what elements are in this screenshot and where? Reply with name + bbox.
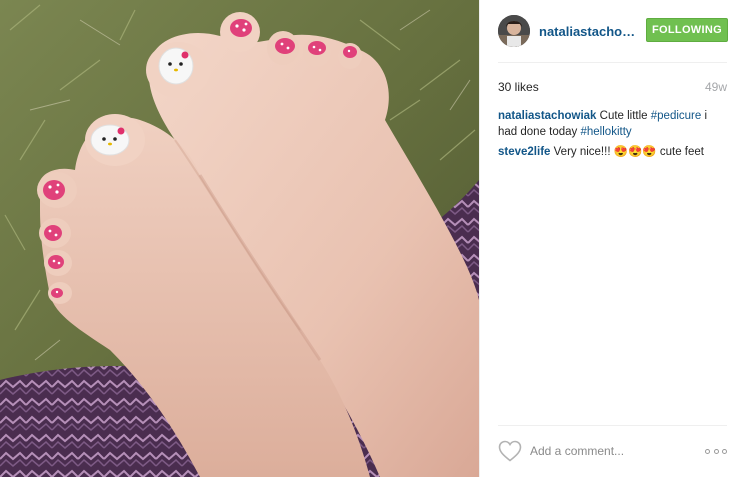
- post-age[interactable]: 49w: [705, 80, 727, 94]
- comment-bar: [498, 436, 727, 466]
- dot-icon: [713, 448, 719, 454]
- profile-picture: [498, 15, 530, 47]
- header-divider: [498, 62, 727, 63]
- avatar[interactable]: [498, 15, 530, 47]
- post-author-username[interactable]: nataliastachowi...: [539, 24, 639, 39]
- dot-icon: [722, 448, 727, 454]
- heart-outline-icon[interactable]: [498, 440, 522, 462]
- hashtag-link[interactable]: #pedicure: [651, 110, 702, 122]
- dot-icon: [705, 448, 710, 454]
- comment-text: Cute little: [596, 110, 651, 122]
- comments-list: nataliastachowiak Cute little #pedicure …: [498, 108, 727, 164]
- list-item-comment: steve2life Very nice!!! 😍😍😍 cute feet: [498, 144, 727, 160]
- comment-username[interactable]: steve2life: [498, 146, 550, 158]
- hashtag-link[interactable]: #hellokitty: [581, 126, 632, 138]
- comment-username[interactable]: nataliastachowiak: [498, 110, 596, 122]
- post-meta: 30 likes 49w: [498, 78, 727, 96]
- instagram-post: nataliastachowi... FOLLOWING 30 likes 49…: [0, 0, 740, 477]
- post-side-panel: nataliastachowi... FOLLOWING 30 likes 49…: [479, 0, 740, 477]
- post-header: nataliastachowi... FOLLOWING: [480, 0, 740, 62]
- following-button[interactable]: FOLLOWING: [646, 18, 728, 42]
- feet-pedicure-image: [0, 0, 479, 477]
- likes-count[interactable]: 30 likes: [498, 80, 539, 94]
- caption-comment: nataliastachowiak Cute little #pedicure …: [498, 108, 727, 140]
- add-comment-input[interactable]: [530, 441, 705, 461]
- more-options-icon[interactable]: [705, 441, 727, 461]
- post-photo[interactable]: [0, 0, 479, 477]
- footer-divider: [498, 425, 727, 426]
- comment-text: Very nice!!! 😍😍😍 cute feet: [550, 146, 704, 158]
